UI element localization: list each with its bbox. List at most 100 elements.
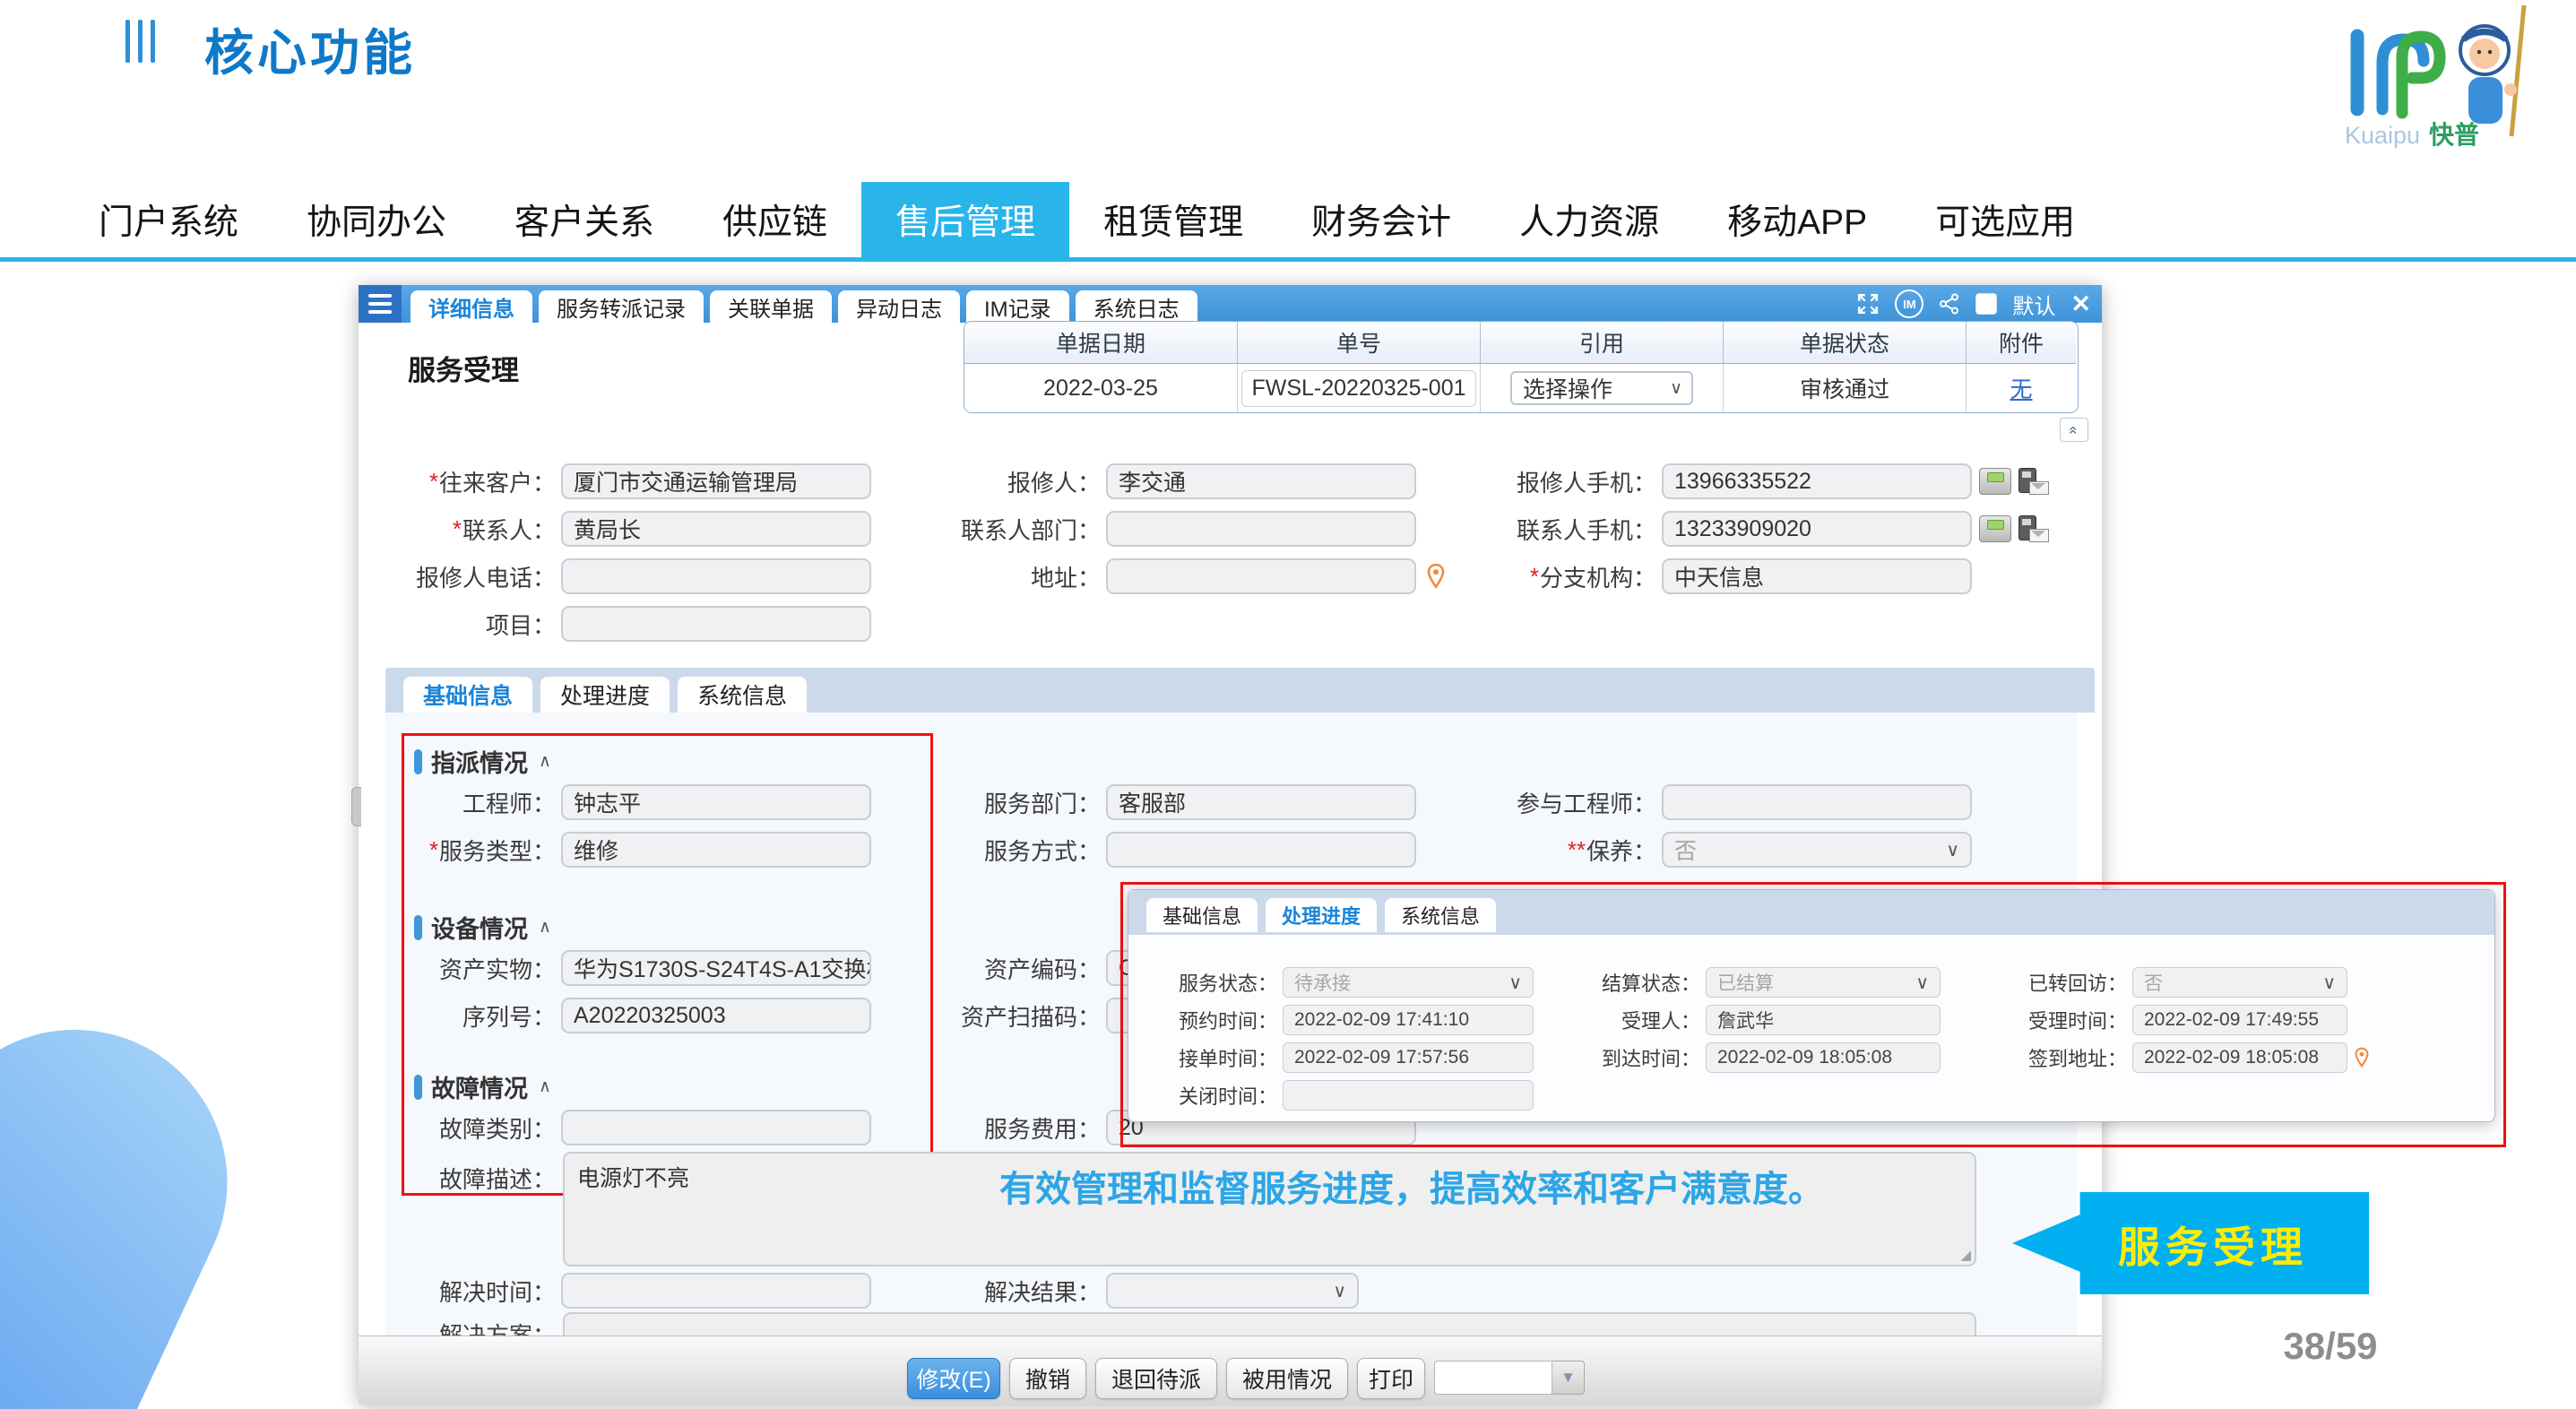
reporter-mobile-input[interactable]: 13966335522 (1662, 463, 1972, 499)
field-contact: *联系人： 黄局长 (360, 511, 871, 547)
customer-input[interactable]: 厦门市交通运输管理局 (561, 463, 871, 499)
overlay-subtab-basic[interactable]: 基础信息 (1146, 898, 1258, 932)
service-mode-input[interactable] (1106, 832, 1416, 868)
settle-status-select[interactable]: 已结算∨ (1706, 967, 1941, 998)
service-type-input[interactable]: 维修 (561, 832, 871, 868)
solve-time-input[interactable] (561, 1273, 871, 1309)
contact-mobile-input[interactable]: 13233909020 (1662, 511, 1972, 547)
subtab-progress[interactable]: 处理进度 (540, 677, 670, 713)
tab-detail-info[interactable]: 详细信息 (411, 290, 532, 323)
progress-overlay-panel: 基础信息 处理进度 系统信息 服务状态： 待承接∨ 预约时间： 2022-02-… (1128, 889, 2495, 1122)
location-pin-icon[interactable] (2352, 1047, 2372, 1068)
overlay-subtab-progress[interactable]: 处理进度 (1266, 898, 1377, 932)
nav-underline (0, 257, 2576, 262)
col-attachment: 附件 (1966, 322, 2076, 364)
service-dept-input[interactable]: 客服部 (1106, 784, 1416, 820)
subtab-basic-info[interactable]: 基础信息 (403, 677, 532, 713)
service-status-select[interactable]: 待承接∨ (1283, 967, 1534, 998)
fault-type-input[interactable] (561, 1110, 871, 1145)
project-input[interactable] (561, 606, 871, 642)
attachment-link[interactable]: 无 (2010, 372, 2032, 404)
brand-cn: 快普 (2429, 121, 2479, 149)
reporter-phone-input[interactable] (561, 558, 871, 594)
print-button[interactable]: 打印 (1357, 1358, 1425, 1399)
reference-select[interactable]: 选择操作 ∨ (1510, 371, 1693, 405)
menu-hamburger-icon[interactable] (359, 285, 402, 323)
overlay-subtab-system[interactable]: 系统信息 (1385, 898, 1496, 932)
sidebar-collapse-handle[interactable] (351, 787, 361, 826)
section-device[interactable]: 设备情况∧ (414, 910, 551, 945)
nav-item-crm[interactable]: 客户关系 (480, 182, 688, 257)
share-icon[interactable] (1939, 292, 1960, 316)
return-to-dispatch-button[interactable]: 退回待派 (1095, 1358, 1217, 1399)
send-sms-icon[interactable] (2017, 515, 2049, 542)
field-reporter-mobile: 报修人手机： 13966335522 (1463, 463, 2049, 499)
brand-en: Kuaipu (2345, 122, 2420, 149)
revoke-button[interactable]: 撤销 (1009, 1358, 1086, 1399)
maintain-select[interactable]: 否∨ (1662, 832, 1972, 868)
field-fault-type: 故障类别： (360, 1110, 871, 1145)
solve-result-select[interactable]: ∨ (1106, 1273, 1359, 1309)
nav-item-supplychain[interactable]: 供应链 (688, 182, 861, 257)
call-phone-icon[interactable] (1979, 515, 2011, 542)
accept-time-input[interactable]: 2022-02-09 17:49:55 (2132, 1005, 2347, 1035)
subtab-system-info[interactable]: 系统信息 (678, 677, 807, 713)
doc-number-value: FWSL-20220325-001 (1241, 370, 1475, 407)
nav-item-collab[interactable]: 协同办公 (272, 182, 480, 257)
section-fault[interactable]: 故障情况∧ (414, 1069, 551, 1104)
send-sms-icon[interactable] (2017, 468, 2049, 495)
dropdown-arrow-icon[interactable]: ▼ (1552, 1361, 1585, 1395)
asset-input[interactable]: 华为S1730S-S24T4S-A1交换机 (561, 950, 871, 986)
nav-item-mobile-app[interactable]: 移动APP (1693, 182, 1901, 257)
modify-button[interactable]: 修改(E) (907, 1358, 1000, 1399)
nav-item-aftersales[interactable]: 售后管理 (861, 182, 1069, 257)
address-input[interactable] (1106, 558, 1416, 594)
nav-item-optional[interactable]: 可选应用 (1901, 182, 2109, 257)
engineer-input[interactable]: 钟志平 (561, 784, 871, 820)
section-assignment[interactable]: 指派情况∧ (414, 744, 551, 779)
chevron-down-icon: ∨ (1946, 839, 1959, 861)
fullscreen-icon[interactable] (1856, 292, 1880, 316)
serial-input[interactable]: A20220325003 (561, 998, 871, 1033)
nav-item-hr[interactable]: 人力资源 (1485, 182, 1693, 257)
close-time-input[interactable] (1283, 1080, 1534, 1111)
im-icon[interactable]: IM (1895, 290, 1923, 318)
nav-item-lease[interactable]: 租赁管理 (1069, 182, 1277, 257)
arrive-time-input[interactable]: 2022-02-09 18:05:08 (1706, 1042, 1941, 1073)
nav-item-portal[interactable]: 门户系统 (65, 182, 272, 257)
field-arrive-time: 到达时间： 2022-02-09 18:05:08 (1559, 1042, 1941, 1073)
chevron-down-icon: ∨ (2322, 972, 2336, 994)
chevron-down-icon: ∨ (1670, 378, 1682, 399)
tab-change-log[interactable]: 异动日志 (838, 290, 960, 323)
kuaipu-logo: Kuaipu 快普 (2312, 4, 2546, 156)
col-reference: 引用 (1480, 322, 1723, 364)
default-checkbox[interactable] (1975, 293, 1997, 315)
contact-dept-input[interactable] (1106, 511, 1416, 547)
signin-addr-input[interactable]: 2022-02-09 18:05:08 (2132, 1042, 2347, 1073)
usage-status-button[interactable]: 被用情况 (1226, 1358, 1348, 1399)
branch-input[interactable]: 中天信息 (1662, 558, 1972, 594)
joint-engineer-input[interactable] (1662, 784, 1972, 820)
chevron-down-icon: ∨ (1333, 1280, 1346, 1302)
tab-system-log[interactable]: 系统日志 (1076, 290, 1197, 323)
tab-im-record[interactable]: IM记录 (966, 290, 1069, 323)
more-actions-select[interactable]: ▼ (1434, 1361, 1585, 1395)
accept-order-time-input[interactable]: 2022-02-09 17:57:56 (1283, 1042, 1534, 1073)
appoint-time-input[interactable]: 2022-02-09 17:41:10 (1283, 1005, 1534, 1035)
call-phone-icon[interactable] (1979, 468, 2011, 495)
resize-grip-icon[interactable]: ◢ (1960, 1247, 1971, 1263)
nav-item-finance[interactable]: 财务会计 (1277, 182, 1485, 257)
collapse-caret-icon: ∧ (539, 751, 551, 772)
location-pin-icon[interactable] (1423, 563, 1448, 590)
tab-related-docs[interactable]: 关联单据 (710, 290, 832, 323)
reporter-input[interactable]: 李交通 (1106, 463, 1416, 499)
collapse-header-button[interactable]: « (2060, 418, 2088, 442)
contact-input[interactable]: 黄局长 (561, 511, 871, 547)
field-solve-time: 解决时间： (360, 1273, 871, 1309)
field-accept-time: 受理时间： 2022-02-09 17:49:55 (1985, 1005, 2347, 1035)
close-icon[interactable]: ✕ (2070, 290, 2091, 318)
tab-transfer-record[interactable]: 服务转派记录 (539, 290, 704, 323)
revisit-select[interactable]: 否∨ (2132, 967, 2347, 998)
title-bars-icon (125, 20, 155, 63)
handler-input[interactable]: 詹武华 (1706, 1005, 1941, 1035)
